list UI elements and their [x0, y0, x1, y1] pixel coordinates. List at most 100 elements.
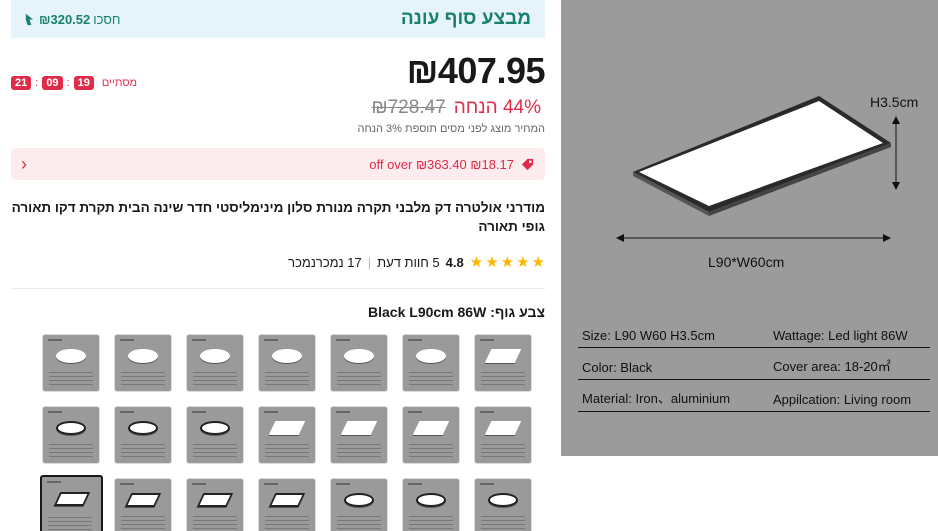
- chevron-left-icon[interactable]: ‹: [21, 154, 27, 175]
- star-rating: ★ ★ ★ ★ ★: [470, 253, 545, 271]
- swatch-spec-lines: [337, 516, 381, 530]
- swatch-spec-lines: [193, 516, 237, 530]
- spec-cell: Appilcation: Living room: [769, 392, 930, 412]
- round-lamp-thumbnail: [200, 349, 230, 364]
- variant-swatch[interactable]: [258, 406, 316, 464]
- tax-note: המחיר מוצג לפני מסים תוספת 3% הנחה: [357, 123, 545, 135]
- product-info-panel: מבצע סוף עונה חסכו ₪320.52 ₪407.95 44% ה…: [0, 0, 556, 531]
- timer-label: מסתיים: [101, 77, 138, 89]
- swatch-tag: [408, 411, 422, 413]
- reviews-link[interactable]: 5 חוות דעת: [377, 255, 440, 270]
- round-lamp-thumbnail: [344, 349, 374, 364]
- round-lamp-thumbnail: [200, 421, 230, 436]
- product-title: מודרני אולטרה דק מלבני תקרה מנורת סלון מ…: [11, 200, 545, 234]
- deal-save-amount: ₪320.52: [39, 11, 91, 27]
- swatch-spec-lines: [49, 372, 93, 386]
- round-lamp-thumbnail: [128, 349, 158, 364]
- discount-percent: 44% הנחה: [453, 97, 541, 118]
- coupon-text: ₪18.17 off over ₪363.40: [369, 156, 514, 172]
- swatch-spec-lines: [265, 444, 309, 458]
- variant-swatch[interactable]: [330, 334, 388, 392]
- swatch-spec-lines: [337, 444, 381, 458]
- spec-cell: Material: Iron、aluminium: [578, 388, 769, 412]
- variant-swatch[interactable]: [330, 406, 388, 464]
- swatch-tag: [264, 483, 278, 485]
- spec-row: Size: L90 W60 H3.5cm Wattage: Led light …: [578, 316, 930, 348]
- price-discount-row: 44% הנחה ₪728.47: [371, 97, 541, 119]
- swatch-tag: [408, 339, 422, 341]
- variant-swatch[interactable]: [42, 406, 100, 464]
- swatch-tag: [408, 483, 422, 485]
- swatch-spec-lines: [337, 372, 381, 386]
- spec-cell: Color: Black: [578, 360, 769, 380]
- swatch-spec-lines: [481, 516, 525, 530]
- variant-swatch[interactable]: [186, 406, 244, 464]
- coupon-bar[interactable]: ₪18.17 off over ₪363.40 ‹: [11, 148, 545, 180]
- rect-lamp-thumbnail: [53, 492, 90, 507]
- rating-score: 4.8: [445, 254, 464, 270]
- swatch-spec-lines: [193, 372, 237, 386]
- rating-divider: |: [367, 254, 372, 270]
- swatch-spec-lines: [481, 372, 525, 386]
- swatch-tag: [192, 339, 206, 341]
- rect-lamp-thumbnail: [268, 421, 306, 436]
- rect-lamp-thumbnail: [484, 349, 522, 364]
- variant-swatch[interactable]: [474, 334, 532, 392]
- spec-row: Material: Iron、aluminium Appilcation: Li…: [578, 380, 930, 412]
- countdown-timer: מסתיים 19 : 09 : 21: [11, 76, 137, 90]
- variant-swatch[interactable]: [258, 334, 316, 392]
- swatch-tag: [480, 483, 494, 485]
- round-lamp-thumbnail: [416, 349, 446, 364]
- divider: [11, 288, 545, 289]
- swatch-tag: [120, 411, 134, 413]
- variant-swatch[interactable]: [258, 478, 316, 531]
- variant-swatch[interactable]: [474, 478, 532, 531]
- timer-minutes: 09: [42, 76, 63, 90]
- star-icon: ★: [531, 254, 545, 271]
- spec-table: Size: L90 W60 H3.5cm Wattage: Led light …: [578, 316, 930, 412]
- swatch-tag: [48, 339, 62, 341]
- swatch-spec-lines: [121, 372, 165, 386]
- round-lamp-thumbnail: [416, 493, 446, 508]
- variant-swatch[interactable]: [186, 334, 244, 392]
- star-icon: ★: [485, 254, 499, 271]
- rating-row: ★ ★ ★ ★ ★ 4.8 5 חוות דעת | 17 נמכרנמכר: [288, 253, 545, 271]
- swatch-tag: [120, 483, 134, 485]
- variant-swatch[interactable]: [330, 478, 388, 531]
- variant-swatches: [40, 334, 538, 531]
- variant-swatch[interactable]: [402, 334, 460, 392]
- variant-swatch[interactable]: [474, 406, 532, 464]
- sold-count: 17 נמכרנמכר: [288, 254, 362, 270]
- variant-swatch[interactable]: [114, 406, 172, 464]
- swatch-spec-lines: [481, 444, 525, 458]
- trend-down-icon: [25, 13, 34, 25]
- original-price: ₪728.47: [371, 97, 446, 118]
- star-icon: ★: [500, 254, 515, 271]
- swatch-tag: [120, 339, 134, 341]
- swatch-spec-lines: [121, 516, 165, 530]
- deal-banner: מבצע סוף עונה חסכו ₪320.52: [11, 0, 545, 38]
- swatch-spec-lines: [121, 444, 165, 458]
- swatch-tag: [47, 481, 61, 483]
- spec-row: Color: Black Cover area: 18-20㎡: [578, 348, 930, 380]
- star-icon: ★: [516, 254, 530, 271]
- variant-swatch[interactable]: [402, 406, 460, 464]
- swatch-tag: [480, 339, 494, 341]
- round-lamp-thumbnail: [56, 349, 86, 364]
- variant-swatch[interactable]: [42, 334, 100, 392]
- timer-hours: 19: [73, 76, 94, 90]
- round-lamp-thumbnail: [56, 421, 86, 436]
- star-icon: ★: [469, 254, 484, 271]
- swatch-spec-lines: [193, 444, 237, 458]
- swatch-spec-lines: [409, 444, 453, 458]
- variant-swatch[interactable]: [402, 478, 460, 531]
- variant-swatch[interactable]: [186, 478, 244, 531]
- variant-swatch[interactable]: [114, 478, 172, 531]
- variant-swatch[interactable]: [114, 334, 172, 392]
- swatch-tag: [264, 339, 278, 341]
- coupon-info: ₪18.17 off over ₪363.40: [369, 157, 535, 172]
- round-lamp-thumbnail: [128, 421, 158, 436]
- swatch-spec-lines: [409, 516, 453, 530]
- timer-separator: :: [66, 77, 70, 89]
- variant-swatch[interactable]: [40, 475, 103, 531]
